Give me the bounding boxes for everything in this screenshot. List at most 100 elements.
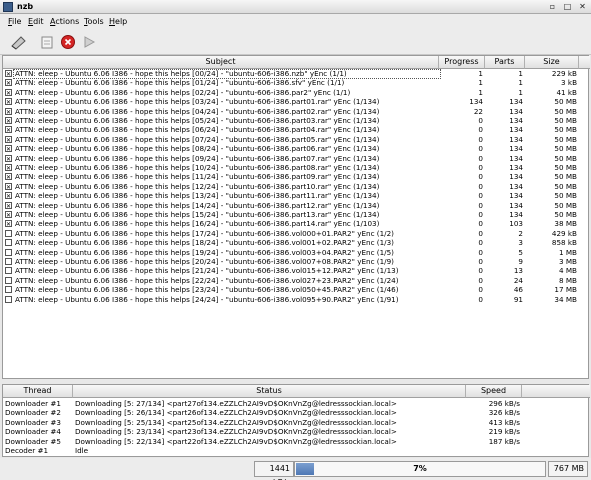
menu-tools[interactable]: Tools (84, 17, 104, 26)
menu-actions[interactable]: Actions (50, 17, 79, 26)
row-checkbox[interactable] (5, 145, 12, 153)
table-row[interactable]: ATTN: eleep - Ubuntu 6.06 I386 - hope th… (3, 78, 590, 87)
row-parts: 134 (509, 210, 523, 219)
table-row[interactable]: ATTN: eleep - Ubuntu 6.06 I386 - hope th… (3, 191, 590, 200)
row-checkbox[interactable] (5, 135, 12, 143)
table-row[interactable]: ATTN: eleep - Ubuntu 6.06 I386 - hope th… (3, 135, 590, 144)
thread-row[interactable]: Downloader #5 Downloading [5: 22/134] <pa… (3, 437, 590, 446)
remaining-size: 767 MB (548, 461, 588, 477)
row-checkbox[interactable] (5, 182, 12, 190)
row-checkbox[interactable] (5, 295, 12, 303)
row-checkbox[interactable] (5, 107, 12, 115)
row-parts: 134 (509, 191, 523, 201)
table-row[interactable]: ATTN: eleep - Ubuntu 6.06 I386 - hope th… (3, 125, 590, 134)
thread-row[interactable]: Downloader #2 Downloading [5: 26/134] <pa… (3, 408, 590, 417)
menu-help[interactable]: Help (109, 17, 127, 26)
thread-status: Downloading [5: 23/134] <part23of134.eZZ… (75, 427, 397, 437)
thread-row[interactable]: Downloader #3 Downloading [5: 25/134] <pa… (3, 418, 590, 427)
maximize-icon[interactable]: □ (562, 2, 573, 12)
row-parts: 134 (509, 106, 523, 116)
row-size: 50 MB (554, 125, 577, 135)
row-parts: 134 (509, 134, 523, 144)
table-row[interactable]: ATTN: eleep - Ubuntu 6.06 I386 - hope th… (3, 285, 590, 294)
row-checkbox[interactable] (5, 211, 12, 218)
row-parts: 2 (518, 228, 523, 238)
row-checkbox[interactable] (5, 173, 12, 181)
title-bar: nzb ▫ □ ✕ (0, 0, 591, 14)
col-parts[interactable]: Parts (485, 56, 525, 69)
row-checkbox[interactable] (5, 98, 12, 106)
table-row[interactable]: ATTN: eleep - Ubuntu 6.06 I386 - hope th… (3, 107, 590, 116)
thread-row[interactable]: Downloader #1 Downloading [5: 27/134] <pa… (3, 399, 590, 408)
open-icon[interactable] (10, 33, 28, 51)
stop-icon[interactable] (59, 33, 77, 51)
col-speed[interactable]: Speed (466, 385, 522, 398)
table-row[interactable]: ATTN: eleep - Ubuntu 6.06 I386 - hope th… (3, 201, 590, 210)
table-row[interactable]: ATTN: eleep - Ubuntu 6.06 I386 - hope th… (3, 88, 590, 97)
table-row[interactable]: ATTN: eleep - Ubuntu 6.06 I386 - hope th… (3, 257, 590, 266)
table-row[interactable]: ATTN: eleep - Ubuntu 6.06 I386 - hope th… (3, 163, 590, 172)
row-progress: 1 (478, 69, 483, 78)
table-row[interactable]: ATTN: eleep - Ubuntu 6.06 I386 - hope th… (3, 116, 590, 125)
thread-status: Downloading [5: 27/134] <part27of134.eZZ… (75, 399, 397, 408)
table-row[interactable]: ATTN: eleep - Ubuntu 6.06 I386 - hope th… (3, 229, 590, 238)
row-checkbox[interactable] (5, 192, 12, 200)
table-row[interactable]: ATTN: eleep - Ubuntu 6.06 I386 - hope th… (3, 248, 590, 257)
table-row[interactable]: ATTN: eleep - Ubuntu 6.06 I386 - hope th… (3, 182, 590, 191)
table-row[interactable]: ATTN: eleep - Ubuntu 6.06 I386 - hope th… (3, 295, 590, 304)
thread-name: Downloader #4 (5, 427, 61, 437)
table-row[interactable]: ATTN: eleep - Ubuntu 6.06 I386 - hope th… (3, 172, 590, 181)
thread-row[interactable]: Decoder #1 Idle (3, 446, 590, 455)
menu-edit[interactable]: Edit (28, 17, 44, 26)
row-parts: 1 (518, 78, 523, 88)
minimize-icon[interactable]: ▫ (547, 2, 558, 12)
col-subject[interactable]: Subject (3, 56, 439, 69)
row-checkbox[interactable] (5, 154, 12, 162)
row-subject: ATTN: eleep - Ubuntu 6.06 I386 - hope th… (15, 238, 394, 248)
row-checkbox[interactable] (5, 276, 12, 284)
table-row[interactable]: ATTN: eleep - Ubuntu 6.06 I386 - hope th… (3, 154, 590, 163)
close-icon[interactable]: ✕ (577, 2, 588, 12)
row-progress: 1 (478, 78, 483, 88)
col-thread[interactable]: Thread (3, 385, 73, 398)
row-checkbox[interactable] (5, 79, 12, 87)
col-size[interactable]: Size (525, 56, 579, 69)
row-progress: 0 (478, 238, 483, 248)
row-size: 429 kB (551, 228, 577, 238)
table-row[interactable]: ATTN: eleep - Ubuntu 6.06 I386 - hope th… (3, 144, 590, 153)
row-checkbox[interactable] (5, 88, 12, 96)
col-status[interactable]: Status (73, 385, 466, 398)
table-row[interactable]: ATTN: eleep - Ubuntu 6.06 I386 - hope th… (3, 276, 590, 285)
clear-icon[interactable] (38, 33, 56, 51)
table-row[interactable]: ATTN: eleep - Ubuntu 6.06 I386 - hope th… (3, 210, 590, 219)
row-size: 229 kB (551, 69, 577, 78)
col-progress[interactable]: Progress (439, 56, 485, 69)
focus-outline (13, 69, 441, 79)
status-bar: 1441 kB/s 7% 767 MB (0, 458, 591, 480)
row-progress: 0 (478, 163, 483, 172)
menu-file[interactable]: File (8, 17, 21, 26)
table-row[interactable]: ATTN: eleep - Ubuntu 6.06 I386 - hope th… (3, 266, 590, 275)
row-checkbox[interactable] (5, 126, 12, 134)
thread-list: Thread Status Speed Downloader #1 Downloa… (2, 384, 590, 457)
row-checkbox[interactable] (5, 117, 12, 124)
row-checkbox[interactable] (5, 201, 12, 209)
table-row[interactable]: ATTN: eleep - Ubuntu 6.06 I386 - hope th… (3, 97, 590, 106)
thread-row[interactable]: Downloader #4 Downloading [5: 23/134] <pa… (3, 427, 590, 436)
row-checkbox[interactable] (5, 286, 12, 294)
row-checkbox[interactable] (5, 164, 12, 171)
row-checkbox[interactable] (5, 220, 12, 228)
row-checkbox[interactable] (5, 248, 12, 256)
row-checkbox[interactable] (5, 239, 12, 247)
play-icon[interactable] (80, 33, 98, 51)
table-row[interactable]: ATTN: eleep - Ubuntu 6.06 I386 - hope th… (3, 219, 590, 228)
row-parts: 9 (518, 257, 523, 266)
row-checkbox[interactable] (5, 70, 12, 77)
row-checkbox[interactable] (5, 258, 12, 265)
table-row[interactable]: ATTN: eleep - Ubuntu 6.06 I386 - hope th… (3, 238, 590, 247)
thread-name: Downloader #2 (5, 408, 61, 418)
row-progress: 0 (478, 257, 483, 266)
row-checkbox[interactable] (5, 267, 12, 275)
row-checkbox[interactable] (5, 229, 12, 237)
thread-status: Downloading [5: 25/134] <part25of134.eZZ… (75, 417, 397, 427)
